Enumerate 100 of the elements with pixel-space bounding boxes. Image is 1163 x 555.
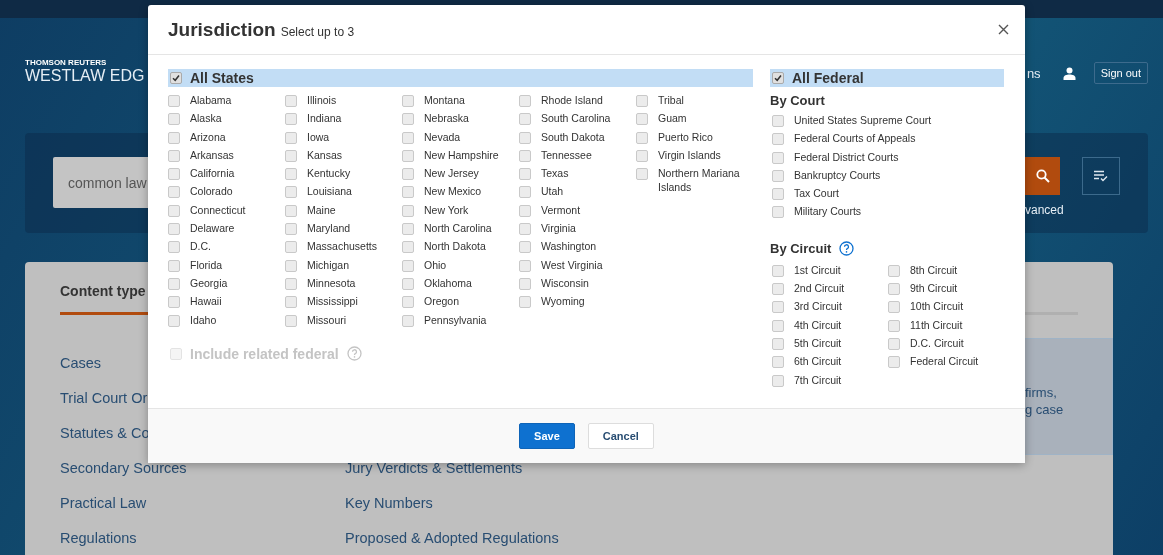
checkbox[interactable]	[168, 113, 180, 126]
checkbox[interactable]	[402, 314, 414, 327]
checkbox[interactable]	[772, 188, 784, 201]
checkbox[interactable]	[168, 241, 180, 254]
checkbox[interactable]	[888, 264, 900, 277]
checkbox[interactable]	[168, 186, 180, 199]
checkbox[interactable]	[285, 314, 297, 327]
checkbox[interactable]	[285, 95, 297, 107]
checkbox[interactable]	[168, 204, 180, 217]
checkbox[interactable]	[519, 204, 531, 217]
checkbox[interactable]	[402, 223, 414, 236]
checkbox[interactable]	[285, 296, 297, 309]
nav-link[interactable]: ns	[1026, 65, 1041, 81]
checkbox[interactable]	[519, 241, 531, 254]
checkbox[interactable]	[888, 319, 900, 332]
checkbox[interactable]	[402, 168, 414, 181]
checkbox[interactable]	[285, 259, 297, 272]
advanced-link[interactable]: vanced	[1025, 203, 1148, 217]
cancel-button[interactable]: Cancel	[587, 423, 654, 449]
content-link[interactable]: Trial Court Or	[60, 381, 148, 416]
checkbox-label: Include related federal	[190, 345, 339, 362]
checkbox[interactable]	[636, 168, 648, 181]
checkbox[interactable]	[168, 223, 180, 236]
checkbox[interactable]	[168, 149, 180, 162]
checkbox[interactable]	[636, 131, 648, 144]
checkbox[interactable]	[519, 113, 531, 126]
checkbox[interactable]	[772, 283, 784, 296]
checkbox-label: Montana	[424, 93, 466, 107]
sign-out-button[interactable]: Sign out	[1093, 62, 1148, 84]
content-link[interactable]: Key Numbers	[345, 486, 670, 521]
checkbox[interactable]	[636, 113, 648, 126]
checkbox-label: New Mexico	[424, 184, 483, 199]
checkbox[interactable]	[402, 149, 414, 162]
checkbox[interactable]	[772, 115, 784, 127]
search-field[interactable]: common law	[53, 157, 148, 208]
checkbox[interactable]	[888, 283, 900, 296]
content-link[interactable]: Regulations	[60, 521, 137, 555]
list-check-button[interactable]	[1082, 157, 1120, 195]
checkbox[interactable]	[772, 72, 784, 84]
checkbox[interactable]	[168, 95, 180, 107]
checkbox[interactable]	[636, 149, 648, 162]
content-link[interactable]: Proposed & Adopted Regulations	[345, 521, 670, 555]
checkbox[interactable]	[772, 169, 784, 182]
checkbox[interactable]	[168, 296, 180, 309]
checkbox[interactable]	[285, 131, 297, 144]
checkbox[interactable]	[519, 186, 531, 199]
content-link[interactable]: Secondary Sources	[60, 451, 187, 486]
checkbox[interactable]	[519, 223, 531, 236]
checkbox[interactable]	[168, 314, 180, 327]
checkbox[interactable]	[402, 259, 414, 272]
checkbox[interactable]	[285, 241, 297, 254]
checkbox[interactable]	[772, 374, 784, 387]
checkbox[interactable]	[402, 241, 414, 254]
checkbox[interactable]	[168, 259, 180, 272]
content-link[interactable]: Practical Law	[60, 486, 147, 521]
checkbox[interactable]	[285, 168, 297, 181]
checkbox[interactable]	[772, 206, 784, 219]
content-link[interactable]: Cases	[60, 346, 102, 381]
help-icon[interactable]	[839, 240, 855, 256]
checkbox[interactable]	[402, 113, 414, 126]
checkbox[interactable]	[888, 337, 900, 350]
checkbox[interactable]	[168, 277, 180, 290]
checkbox[interactable]	[402, 95, 414, 107]
checkbox[interactable]	[168, 168, 180, 181]
checkbox[interactable]	[170, 72, 182, 84]
checkbox[interactable]	[636, 95, 648, 107]
checkbox[interactable]	[168, 131, 180, 144]
save-button[interactable]: Save	[519, 423, 575, 449]
checkbox[interactable]	[519, 95, 531, 107]
checkbox[interactable]	[888, 301, 900, 314]
user-icon[interactable]	[1062, 66, 1076, 80]
checkbox[interactable]	[772, 319, 784, 332]
checkbox[interactable]	[772, 356, 784, 369]
checkbox[interactable]	[519, 259, 531, 272]
checkbox[interactable]	[402, 186, 414, 199]
checkbox[interactable]	[402, 204, 414, 217]
checkbox[interactable]	[285, 277, 297, 290]
content-type-tab[interactable]: Content type	[60, 283, 148, 303]
checkbox[interactable]	[888, 356, 900, 369]
checkbox[interactable]	[285, 186, 297, 199]
checkbox[interactable]	[519, 277, 531, 290]
checkbox[interactable]	[402, 131, 414, 144]
checkbox[interactable]	[285, 223, 297, 236]
checkbox[interactable]	[519, 149, 531, 162]
checkbox[interactable]	[519, 296, 531, 309]
checkbox[interactable]	[402, 296, 414, 309]
section-heading: By Court	[770, 93, 825, 108]
checkbox[interactable]	[772, 337, 784, 350]
close-button[interactable]	[996, 22, 1011, 37]
checkbox[interactable]	[772, 264, 784, 277]
checkbox[interactable]	[402, 277, 414, 290]
checkbox[interactable]	[772, 133, 784, 146]
checkbox[interactable]	[772, 301, 784, 314]
search-button[interactable]	[1025, 157, 1060, 195]
checkbox[interactable]	[285, 204, 297, 217]
checkbox[interactable]	[519, 131, 531, 144]
checkbox[interactable]	[772, 151, 784, 164]
checkbox[interactable]	[285, 149, 297, 162]
checkbox[interactable]	[285, 113, 297, 126]
checkbox[interactable]	[519, 168, 531, 181]
